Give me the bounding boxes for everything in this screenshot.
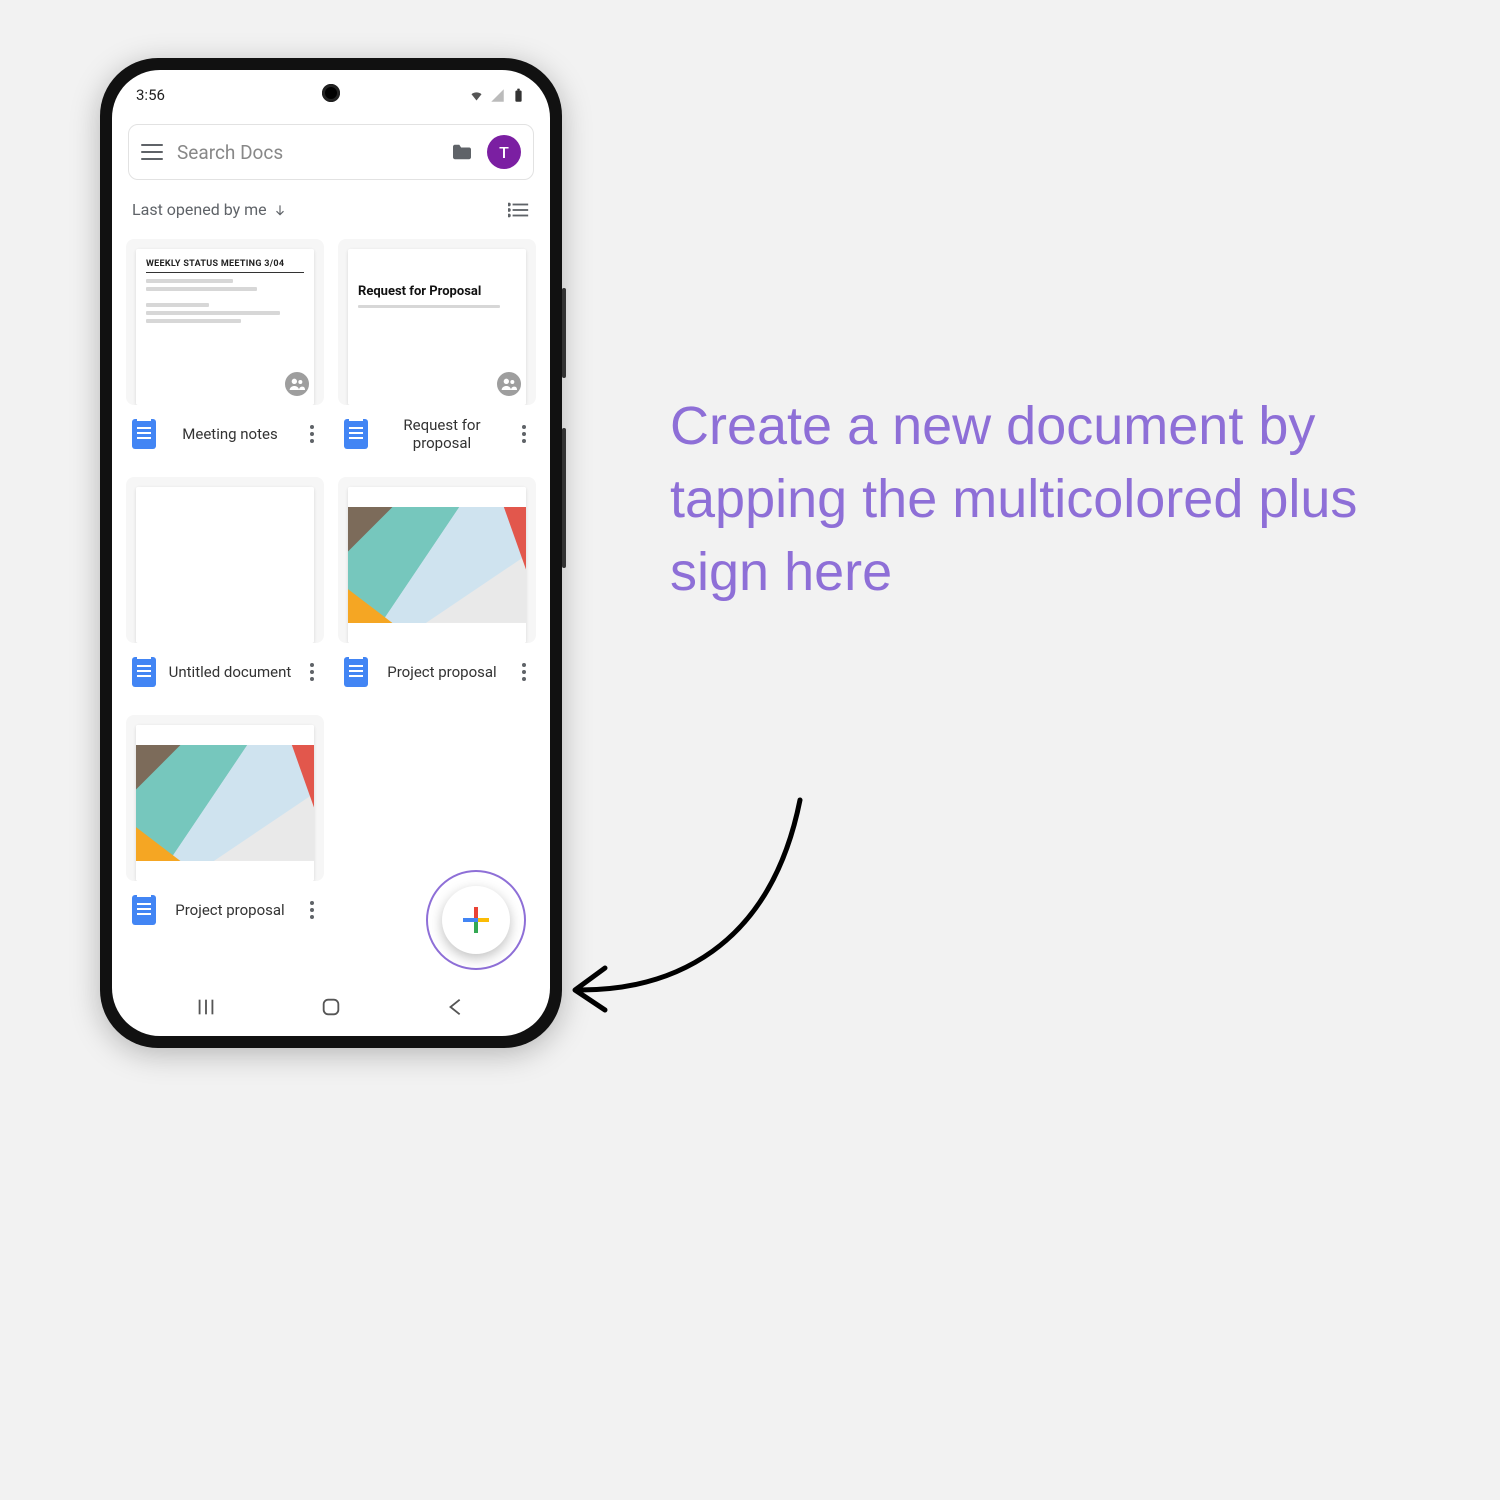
arrow-down-icon bbox=[273, 203, 287, 217]
create-document-fab[interactable] bbox=[442, 886, 510, 954]
sort-button[interactable]: Last opened by me bbox=[132, 200, 287, 219]
docs-file-icon bbox=[132, 419, 156, 449]
list-view-icon[interactable] bbox=[508, 201, 530, 219]
back-icon[interactable] bbox=[445, 996, 467, 1018]
card-footer: Meeting notes bbox=[126, 405, 324, 459]
fab-highlight-ring bbox=[426, 870, 526, 970]
screen: 3:56 Search Docs T Last opened by me WEE… bbox=[112, 70, 550, 1036]
document-title: Request for proposal bbox=[378, 416, 506, 452]
document-thumbnail: Request for Proposal bbox=[338, 239, 536, 405]
docs-file-icon bbox=[132, 895, 156, 925]
document-card[interactable]: Request for Proposal Request for proposal bbox=[338, 239, 536, 459]
card-footer: Project proposal bbox=[126, 881, 324, 935]
document-title: Untitled document bbox=[166, 663, 294, 681]
recents-icon[interactable] bbox=[195, 996, 217, 1018]
wifi-icon bbox=[469, 88, 484, 103]
document-card[interactable]: WEEKLY STATUS MEETING 3/04 Meeting notes bbox=[126, 239, 324, 459]
folder-icon[interactable] bbox=[451, 143, 473, 161]
volume-button bbox=[562, 288, 566, 378]
status-icons bbox=[469, 88, 526, 103]
document-thumbnail bbox=[338, 477, 536, 643]
search-input[interactable]: Search Docs bbox=[177, 141, 437, 164]
sort-label: Last opened by me bbox=[132, 200, 267, 219]
signal-icon bbox=[490, 88, 505, 103]
document-thumbnail bbox=[126, 715, 324, 881]
more-options-icon[interactable] bbox=[516, 663, 532, 681]
docs-file-icon bbox=[344, 657, 368, 687]
document-card[interactable]: Untitled document bbox=[126, 477, 324, 697]
more-options-icon[interactable] bbox=[304, 663, 320, 681]
callout-arrow bbox=[550, 780, 810, 1040]
status-time: 3:56 bbox=[136, 86, 165, 104]
more-options-icon[interactable] bbox=[304, 901, 320, 919]
shared-icon bbox=[494, 369, 524, 399]
card-footer: Request for proposal bbox=[338, 405, 536, 459]
document-title: Project proposal bbox=[378, 663, 506, 681]
card-footer: Project proposal bbox=[338, 643, 536, 697]
document-title: Project proposal bbox=[166, 901, 294, 919]
search-bar[interactable]: Search Docs T bbox=[128, 124, 534, 180]
document-thumbnail: WEEKLY STATUS MEETING 3/04 bbox=[126, 239, 324, 405]
home-icon[interactable] bbox=[320, 996, 342, 1018]
sort-row: Last opened by me bbox=[112, 190, 550, 225]
menu-icon[interactable] bbox=[141, 144, 163, 160]
docs-file-icon bbox=[132, 657, 156, 687]
callout-text: Create a new document by tapping the mul… bbox=[670, 390, 1390, 609]
account-avatar[interactable]: T bbox=[487, 135, 521, 169]
shared-icon bbox=[282, 369, 312, 399]
card-footer: Untitled document bbox=[126, 643, 324, 697]
more-options-icon[interactable] bbox=[516, 425, 532, 443]
document-card[interactable]: Project proposal bbox=[126, 715, 324, 935]
camera-hole bbox=[322, 84, 340, 102]
document-card[interactable]: Project proposal bbox=[338, 477, 536, 697]
more-options-icon[interactable] bbox=[304, 425, 320, 443]
battery-icon bbox=[511, 88, 526, 103]
power-button bbox=[562, 428, 566, 568]
docs-file-icon bbox=[344, 419, 368, 449]
phone-frame: 3:56 Search Docs T Last opened by me WEE… bbox=[100, 58, 562, 1048]
android-nav-bar bbox=[112, 984, 550, 1036]
document-title: Meeting notes bbox=[166, 425, 294, 443]
plus-icon bbox=[461, 905, 491, 935]
document-thumbnail bbox=[126, 477, 324, 643]
